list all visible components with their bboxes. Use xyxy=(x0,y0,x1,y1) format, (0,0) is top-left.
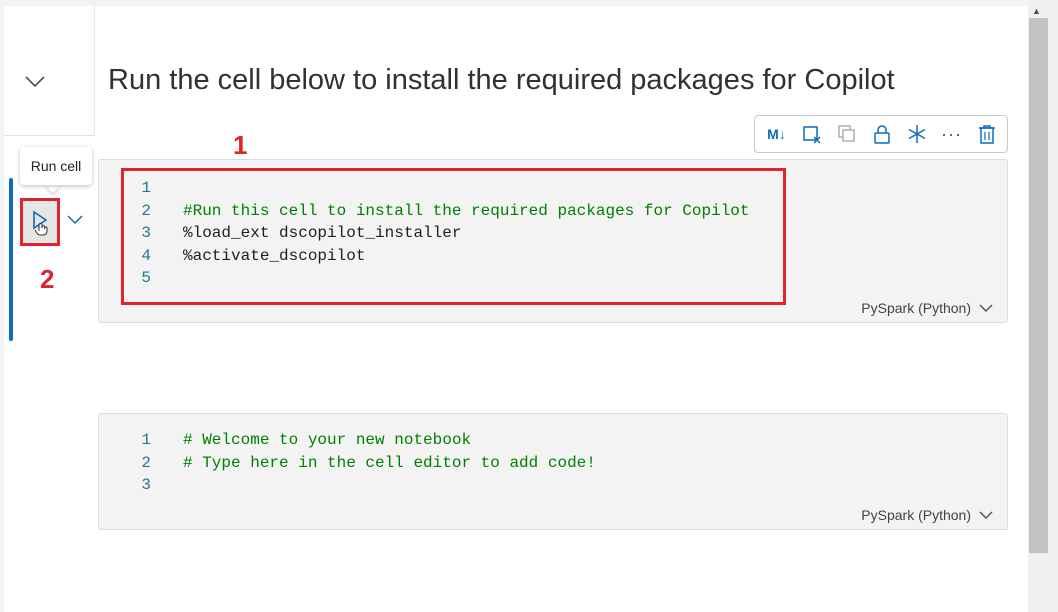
copy-icon xyxy=(837,125,855,142)
active-cell-indicator xyxy=(9,178,13,341)
run-options-chevron-icon[interactable] xyxy=(66,210,84,228)
lock-icon xyxy=(873,125,890,144)
run-cell-button[interactable] xyxy=(20,198,60,246)
markdown-icon: M↓ xyxy=(767,126,786,142)
code-line[interactable]: 1 # Welcome to your new notebook xyxy=(99,429,471,451)
markdown-heading: Run the cell below to install the requir… xyxy=(108,64,895,96)
code-line[interactable]: 2 # Type here in the cell editor to add … xyxy=(99,452,596,474)
snowflake-icon xyxy=(908,125,925,143)
more-icon: ··· xyxy=(941,123,962,144)
delete-cell-button[interactable] xyxy=(971,119,1002,149)
code-text: # Welcome to your new notebook xyxy=(183,431,472,449)
scroll-up-arrow-icon[interactable]: ▲ xyxy=(1032,6,1041,16)
chevron-down-icon xyxy=(979,304,993,312)
code-highlight-annotation xyxy=(121,168,786,305)
language-selector[interactable]: PySpark (Python) xyxy=(861,507,993,523)
code-cell-2[interactable]: 1 # Welcome to your new notebook 2 # Typ… xyxy=(98,413,1008,530)
copy-cell-button[interactable] xyxy=(831,119,862,149)
clear-output-button[interactable] xyxy=(796,119,827,149)
code-line[interactable]: 3 xyxy=(99,474,183,496)
code-text: # Type here in the cell editor to add co… xyxy=(183,454,596,472)
freeze-cell-button[interactable] xyxy=(901,119,932,149)
scrollbar-thumb[interactable] xyxy=(1029,18,1048,553)
markdown-toggle-button[interactable]: M↓ xyxy=(761,119,792,149)
chevron-down-icon xyxy=(979,511,993,519)
trash-icon xyxy=(978,125,995,144)
run-cell-tooltip: Run cell xyxy=(20,147,92,185)
clear-output-icon xyxy=(802,126,821,144)
language-selector[interactable]: PySpark (Python) xyxy=(861,300,993,316)
annotation-label-1: 1 xyxy=(233,130,248,160)
line-number: 1 xyxy=(141,431,151,449)
annotation-label-2: 2 xyxy=(40,264,55,294)
language-label: PySpark (Python) xyxy=(861,507,971,523)
lock-cell-button[interactable] xyxy=(866,119,897,149)
play-icon xyxy=(33,210,48,236)
markdown-gutter xyxy=(4,6,95,136)
more-options-button[interactable]: ··· xyxy=(936,119,967,149)
line-number: 3 xyxy=(141,476,151,494)
cell-toolbar: M↓ ··· xyxy=(754,115,1008,153)
line-number: 2 xyxy=(141,454,151,472)
notebook-page: Run the cell below to install the requir… xyxy=(4,6,1028,612)
language-label: PySpark (Python) xyxy=(861,300,971,316)
collapse-chevron-icon[interactable] xyxy=(24,70,46,92)
